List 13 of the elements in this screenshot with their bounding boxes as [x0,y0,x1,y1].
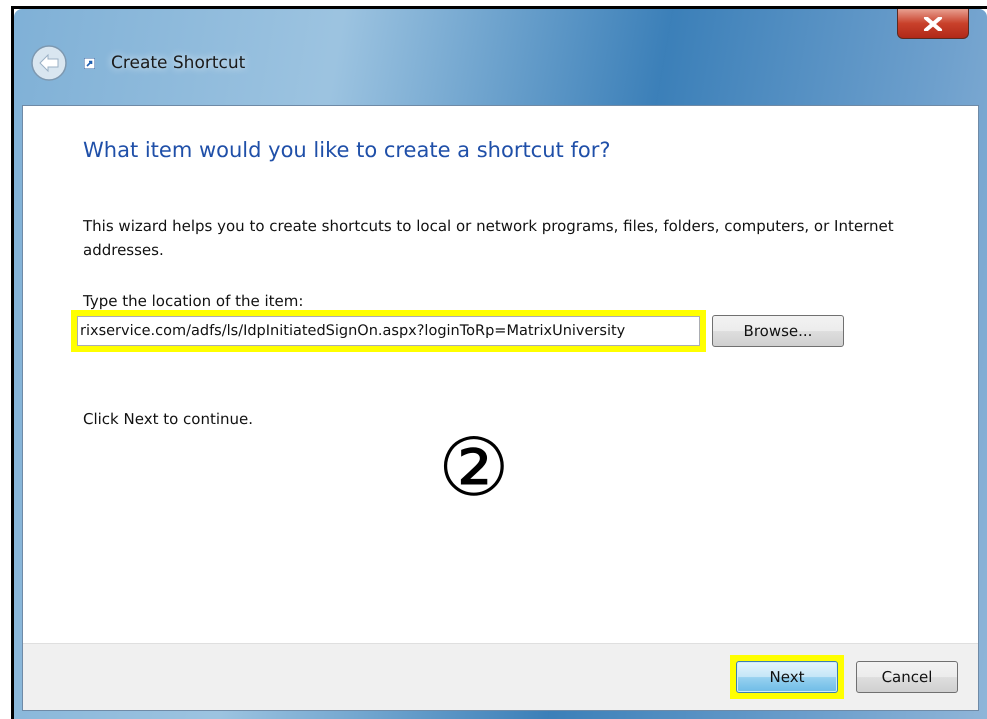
close-icon [923,16,943,30]
browse-button[interactable]: Browse... [712,315,844,347]
wizard-description: This wizard helps you to create shortcuts to local or network programs, files, folders, computers, or Internet addresses. [83,216,895,261]
shortcut-icon [84,58,95,68]
close-button[interactable] [897,9,969,39]
wizard-heading: What item would you like to create a shortcut for? [83,138,612,162]
instruction-text: Click Next to continue. [83,410,254,428]
step-annotation: ② [438,428,510,508]
window-title: Create Shortcut [111,53,246,73]
location-field[interactable]: rixservice.com/adfs/ls/IdpInitiatedSignOn.aspx?loginToRp=MatrixUniversity [77,316,700,346]
cancel-button[interactable]: Cancel [856,661,958,693]
location-label: Type the location of the item: [83,292,304,310]
next-button[interactable]: Next [736,661,838,693]
